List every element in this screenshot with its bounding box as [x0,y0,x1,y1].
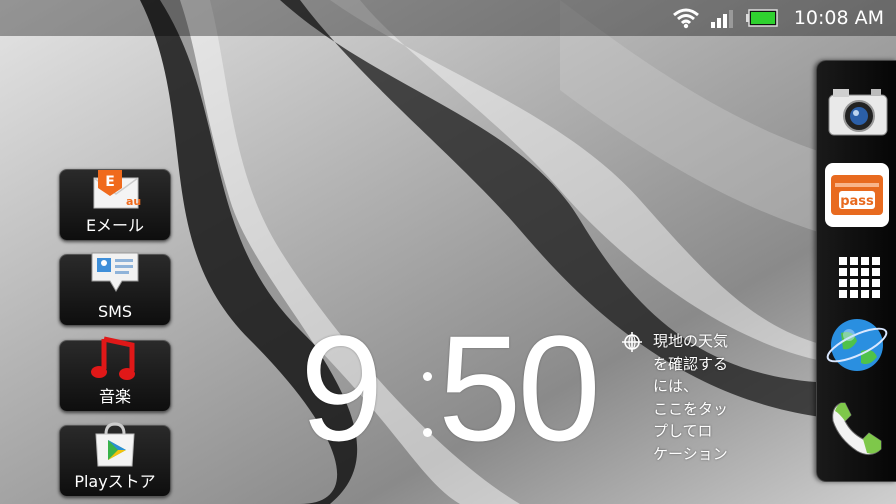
app-dock: pass [816,60,896,482]
weather-line: ケーション [653,444,728,463]
app-playstore[interactable]: Playストア [59,422,171,497]
camera-icon[interactable] [823,79,891,147]
status-time: 10:08 AM [793,7,884,29]
signal-icon [710,10,733,28]
location-icon [622,332,642,352]
battery-icon [745,9,778,27]
clock-colon [420,372,434,442]
app-sms[interactable]: SMS [59,252,171,326]
phone-icon[interactable] [823,395,891,463]
status-bar: 10:08 AM [0,0,896,36]
browser-icon[interactable] [823,311,891,379]
weather-prompt[interactable]: 現地の天気 を確認する には、 ここをタッ プしてロ ケーション [653,330,753,465]
clock-hours[interactable]: 9 [300,313,383,463]
app-email-label: Eメール [85,216,145,235]
music-icon [91,336,135,380]
app-email[interactable]: E au Eメール [59,169,171,241]
app-playstore-label: Playストア [74,472,156,491]
app-drawer-icon[interactable] [823,241,891,309]
pass-label: pass [840,194,874,209]
playstore-icon [95,422,135,467]
email-sub: au [126,195,141,208]
weather-line: 現地の天気 [653,332,729,350]
weather-line: プしてロ [653,422,713,440]
sms-icon [91,252,139,292]
clock-minutes[interactable]: 50 [438,313,601,463]
app-music-label: 音楽 [98,387,131,406]
app-sms-label: SMS [97,302,133,321]
wifi-icon [672,8,699,29]
app-music[interactable]: 音楽 [59,336,171,412]
email-badge: E [105,174,115,190]
weather-line: ここをタッ [653,399,729,418]
pass-icon[interactable]: pass [823,161,891,229]
email-icon: E au [93,170,141,209]
weather-line: には、 [653,377,699,395]
weather-line: を確認する [653,354,729,373]
